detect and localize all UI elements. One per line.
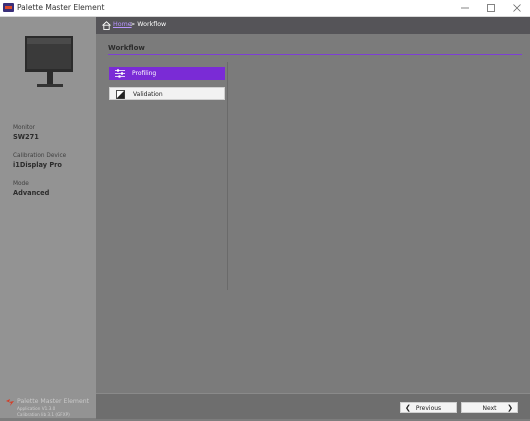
brand-block: Palette Master Element Application V1.3.… [6,397,96,421]
main-panel: Home > Workflow Workflow Profiling Valid… [96,17,530,419]
workflow-item-validation[interactable]: Validation [109,87,225,100]
app-logo-icon [3,3,14,12]
brand-mark-icon [6,399,14,406]
previous-button[interactable]: ❮ Previous [400,402,457,413]
calibration-device-value: i1Display Pro [13,161,62,169]
monitor-value: SW271 [13,133,39,141]
calibration-device-label: Calibration Device [13,153,67,159]
workflow-item-label: Profiling [132,70,157,77]
monitor-image [25,36,73,87]
section-divider [108,54,522,55]
footer-bar: ❮ Previous Next ❯ [96,393,530,419]
maximize-button[interactable] [478,0,504,16]
window-title: Palette Master Element [17,3,105,12]
mode-label: Mode [13,181,29,187]
application-version: Application V1.3.0 [17,406,56,411]
mode-value: Advanced [13,189,50,197]
breadcrumb: Home > Workflow [96,17,530,34]
breadcrumb-home-link[interactable]: Home [113,21,132,28]
minimize-button[interactable] [452,0,478,16]
sliders-icon [115,69,125,78]
chevron-right-icon: ❯ [507,404,513,412]
contrast-icon [116,90,125,99]
section-title: Workflow [108,44,145,52]
sidebar: Monitor SW271 Calibration Device i1Displ… [0,17,96,418]
maximize-icon [487,4,495,12]
next-button[interactable]: Next ❯ [461,402,518,413]
breadcrumb-current: > Workflow [130,21,167,28]
window-title-bar: Palette Master Element [0,0,530,17]
brand-name: Palette Master Element [17,398,90,405]
home-icon[interactable] [102,21,111,30]
workflow-item-label: Validation [133,91,163,98]
previous-button-label: Previous [415,405,442,412]
minimize-icon [461,7,469,9]
close-button[interactable] [504,0,530,16]
calibration-lib-version: Calibration lib 3.1 (GFXP) [17,412,70,417]
monitor-label: Monitor [13,125,36,131]
close-icon [513,4,521,12]
panel-divider [227,62,228,290]
workflow-item-profiling[interactable]: Profiling [109,67,225,80]
